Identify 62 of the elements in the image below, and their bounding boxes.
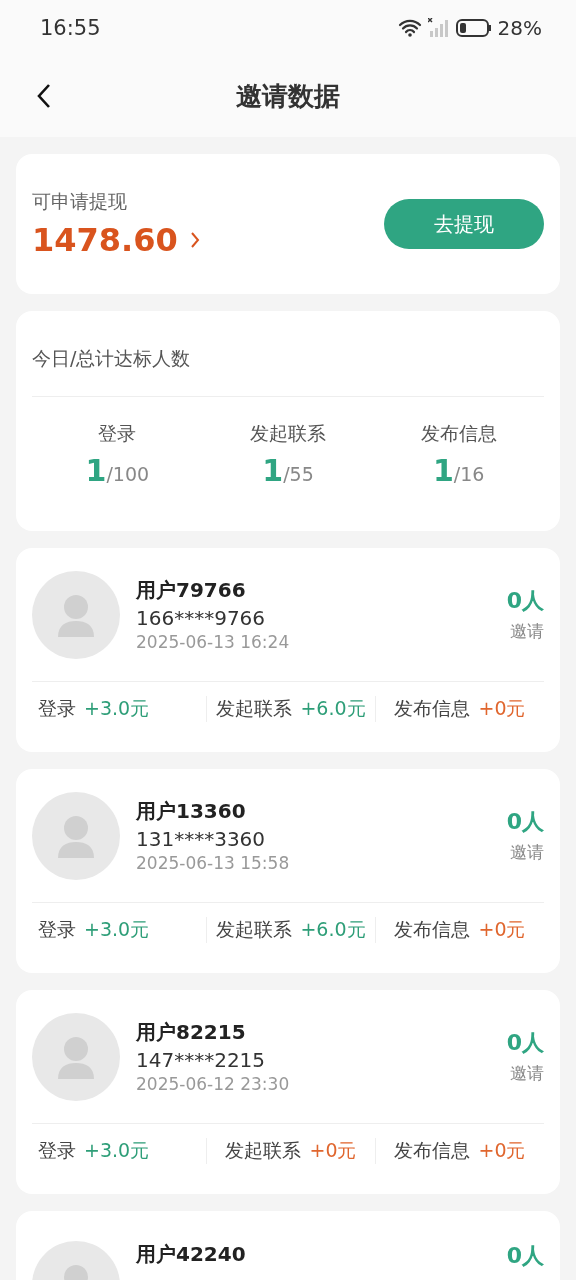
battery-icon	[455, 17, 492, 38]
invite-count: 0人	[506, 587, 544, 615]
user-time: 2025-06-13 15:58	[136, 853, 291, 873]
user-phone: 147****2215	[136, 1048, 267, 1072]
stat-total: /100	[106, 463, 150, 485]
avatar-icon	[32, 570, 120, 659]
avatar-icon	[32, 1012, 120, 1101]
user-card[interactable]: 用户79766 166****9766 2025-06-13 16:24 0人 邀请 登录 +3.0元 发起联系 +6.0元 发布信息 +0元	[16, 548, 560, 752]
reward-label: 发布信息	[394, 1138, 471, 1163]
user-name: 用户13360	[136, 798, 247, 825]
stat-total: /55	[283, 463, 314, 485]
chevron-right-icon[interactable]	[189, 231, 200, 249]
stat-label: 登录	[98, 421, 137, 446]
user-name: 用户42240	[136, 1241, 247, 1268]
user-card[interactable]: 用户13360 131****3360 2025-06-13 15:58 0人 邀请 登录 +3.0元 发起联系 +6.0元 发布信息 +0元	[16, 769, 560, 973]
reward-value: +0元	[478, 696, 526, 721]
page-title: 邀请数据	[236, 79, 340, 113]
invite-count: 0人	[506, 808, 544, 836]
user-phone: 166****9766	[136, 606, 267, 630]
reward-label: 发起联系	[216, 696, 293, 721]
reward-value: +3.0元	[84, 1138, 150, 1163]
reward-label: 登录	[38, 917, 76, 942]
reward-value: +6.0元	[300, 917, 366, 942]
invite-label: 邀请	[510, 841, 544, 864]
reward-label: 登录	[38, 696, 76, 721]
stat-label: 发起联系	[250, 421, 326, 446]
wifi-icon	[397, 18, 422, 37]
invite-label: 邀请	[510, 1062, 544, 1085]
reward-value: +3.0元	[84, 696, 150, 721]
reward-value: +0元	[478, 1138, 526, 1163]
stat-today: 1	[262, 453, 284, 488]
invite-label: 邀请	[510, 620, 544, 643]
stats-title: 今日/总计达标人数	[32, 311, 544, 397]
balance-label: 可申请提现	[32, 189, 128, 214]
reward-label: 发起联系	[216, 917, 293, 942]
stat-total: /16	[453, 463, 485, 485]
reward-label: 发布信息	[394, 696, 471, 721]
stat-today: 1	[85, 453, 107, 488]
user-card[interactable]: 用户82215 147****2215 2025-06-12 23:30 0人 邀请 登录 +3.0元 发起联系 +0元 发布信息 +0元	[16, 990, 560, 1194]
avatar-icon	[32, 791, 120, 880]
reward-value: +3.0元	[84, 917, 150, 942]
battery-level: 28%	[497, 15, 542, 40]
user-phone: 131****3360	[136, 827, 267, 851]
user-time: 2025-06-12 23:30	[136, 1074, 291, 1094]
status-time: 16:55	[40, 15, 101, 40]
stat-today: 1	[432, 453, 454, 488]
user-name: 用户82215	[136, 1019, 247, 1046]
reward-value: +6.0元	[300, 696, 366, 721]
invite-count: 0人	[506, 1242, 544, 1270]
signal-icon	[427, 17, 450, 38]
invite-count: 0人	[506, 1029, 544, 1057]
stat-label: 发布信息	[420, 421, 497, 446]
reward-label: 发布信息	[394, 917, 471, 942]
user-card[interactable]: 用户42240 0人	[16, 1211, 560, 1280]
balance-amount[interactable]: 1478.60	[32, 221, 178, 259]
back-icon[interactable]	[36, 83, 52, 109]
reward-label: 发起联系	[225, 1138, 302, 1163]
user-time: 2025-06-13 16:24	[136, 632, 291, 652]
reward-label: 登录	[38, 1138, 76, 1163]
reward-value: +0元	[478, 917, 526, 942]
user-name: 用户79766	[136, 577, 247, 604]
reward-value: +0元	[309, 1138, 357, 1163]
